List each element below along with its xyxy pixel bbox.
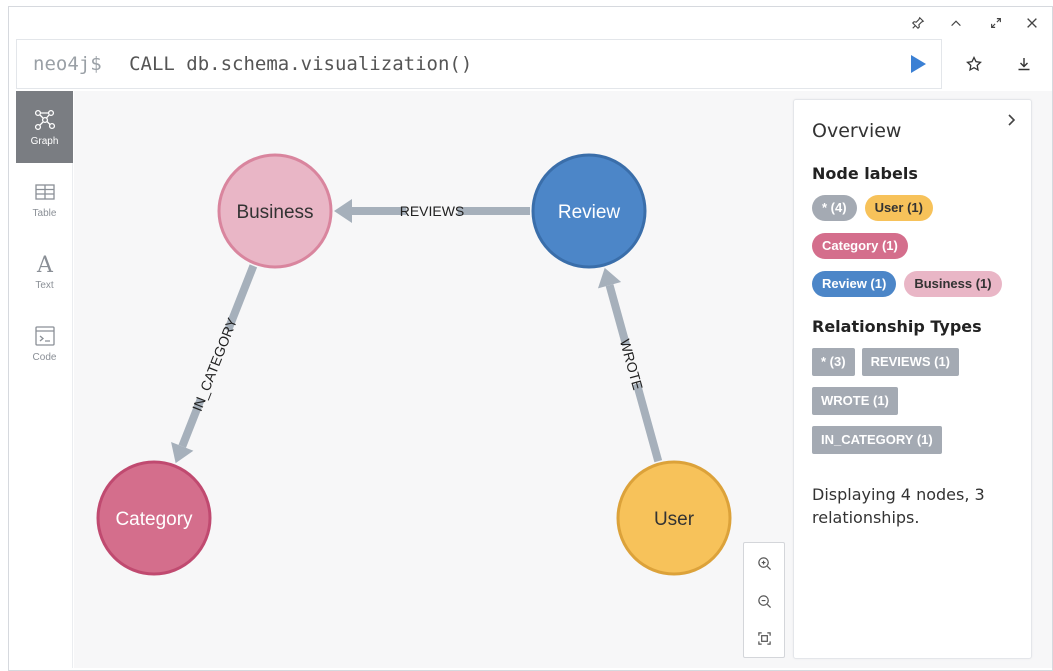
node-label-pill[interactable]: Category (1) [812,233,908,259]
relationship-type-tag[interactable]: REVIEWS (1) [861,348,960,376]
text-icon: A [36,253,54,276]
relationship-label: REVIEWS [400,203,465,219]
node-label: Category [115,509,193,530]
nav-text[interactable]: A Text [16,235,73,307]
nav-code-label: Code [32,351,57,363]
zoom-in-icon[interactable] [744,545,784,581]
fit-screen-icon[interactable] [744,620,784,656]
relationship-types-heading: Relationship Types [812,317,982,336]
query-text[interactable]: CALL db.schema.visualization() [129,53,472,75]
node-label-pill[interactable]: Business (1) [904,271,1002,297]
code-icon [34,325,55,346]
node-label: Review [558,202,621,223]
relationship-label: WROTE [617,337,646,391]
node-labels-heading: Node labels [812,164,918,183]
table-icon [34,183,55,200]
query-editor[interactable]: neo4j$ CALL db.schema.visualization() [16,39,942,89]
relationship-edge[interactable] [632,382,663,463]
zoom-controls [743,542,785,658]
relationship-arrowhead [334,199,352,223]
nav-text-label: Text [35,279,54,291]
relationship-types-list: * (3) REVIEWS (1) WROTE (1) IN_CATEGORY … [812,348,1022,465]
download-icon[interactable] [1012,52,1036,76]
overview-title: Overview [812,120,902,142]
node-label: User [654,509,695,530]
result-view-nav: Graph Table A Text Code [16,91,73,668]
expand-icon[interactable] [984,12,1008,34]
nav-code[interactable]: Code [16,307,73,379]
node-label-pill[interactable]: Review (1) [812,271,897,297]
graph-icon [34,109,55,130]
relationship-type-tag[interactable]: * (3) [812,348,855,376]
relationship-type-tag[interactable]: WROTE (1) [812,387,898,415]
nav-graph-label: Graph [30,135,59,147]
relationship-label: IN_CATEGORY [189,315,240,414]
nav-table-label: Table [32,207,57,219]
nav-graph[interactable]: Graph [16,91,73,163]
node-label-pill[interactable]: User (1) [864,195,933,221]
chevron-right-icon[interactable] [1003,112,1019,128]
collapse-icon[interactable] [944,12,968,34]
node-labels-list: * (4) User (1) Category (1) Review (1) B… [812,195,1022,309]
pin-icon[interactable] [906,12,930,34]
favorite-star-icon[interactable] [962,52,986,76]
overview-summary: Displaying 4 nodes, 3 relationships. [812,485,985,527]
nav-table[interactable]: Table [16,163,73,235]
relationship-type-tag[interactable]: IN_CATEGORY (1) [812,426,942,454]
run-icon[interactable] [909,54,927,74]
node-label: Business [236,202,313,223]
close-icon[interactable] [1020,12,1044,34]
node-label-pill[interactable]: * (4) [812,195,857,221]
editor-prompt: neo4j$ [33,53,102,75]
zoom-out-icon[interactable] [744,583,784,619]
relationship-edge[interactable] [605,284,631,347]
overview-panel: Overview Node labels * (4) User (1) Cate… [793,99,1032,659]
svg-text:A: A [36,253,54,276]
